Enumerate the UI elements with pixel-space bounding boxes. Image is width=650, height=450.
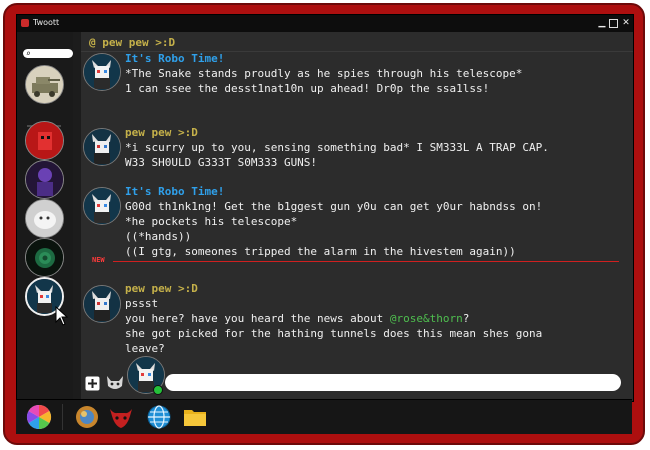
message-author[interactable]: It's Robo Time! [125,185,224,198]
server-item-tank[interactable] [25,65,64,104]
pew-avatar-icon [84,286,120,322]
online-status-dot [153,385,163,395]
taskbar-app-globe[interactable] [146,404,172,430]
new-messages-divider [113,261,619,262]
pew-avatar-icon [84,129,120,165]
taskbar-divider [62,404,63,430]
message-text: ((I gtg, someones tripped the alarm in t… [125,245,516,258]
mouse-cursor-icon [55,306,69,326]
purple-figure-icon [26,161,63,198]
add-attachment-icon[interactable] [85,376,100,391]
tank-icon [26,66,63,103]
message-author[interactable]: pew pew >:D [125,282,198,295]
message-text: ((*hands)) [125,230,192,243]
robo-avatar-icon [84,54,120,90]
search-input[interactable]: ⌕ [23,49,73,58]
robo-avatar-icon [84,188,120,224]
server-item-rose[interactable] [25,238,64,277]
message-text: 1 can ssee the desst1nat10n up ahead! Dr… [125,82,490,95]
channel-title: @ pew pew >:D [89,36,176,49]
emoji-icon[interactable] [105,374,125,392]
robo-avatar[interactable] [83,187,121,225]
server-item-purple[interactable] [25,160,64,199]
maximize-button[interactable] [609,19,618,28]
white-creature-icon [26,200,63,237]
message-text: W33 SH0ULD G333T S0M333 GUNS! [125,156,318,169]
folder-icon [184,410,206,426]
new-messages-label: NEW [92,256,105,264]
color-wheel-icon [26,405,52,429]
minimize-button[interactable]: ▁ [597,18,607,28]
taskbar-app-color-wheel[interactable] [26,404,52,430]
message-input-bar [81,356,633,401]
message-text: she got picked for the hathing tunnels d… [125,327,543,340]
message-author[interactable]: pew pew >:D [125,126,198,139]
user-mention-link[interactable]: @rose&thorn [390,312,463,325]
server-item-white[interactable] [25,199,64,238]
server-sidebar: ⌕ [17,32,73,401]
message-text: you here? have you heard the news about … [125,312,469,325]
message-text: *The Snake stands proudly as he spies th… [125,67,523,80]
pew-avatar[interactable] [83,128,121,166]
bull-icon [110,409,132,428]
taskbar-app-planet[interactable] [74,404,100,430]
message-text-segment: you here? have you heard the news about [125,312,390,325]
app-logo-icon [21,19,29,27]
window-title: Twoott [33,18,60,27]
message-author[interactable]: It's Robo Time! [125,52,224,65]
pew-avatar[interactable] [83,285,121,323]
title-bar: Twoott ▁ ✕ [17,15,633,32]
message-text: leave? [125,342,165,355]
robo-avatar[interactable] [83,53,121,91]
search-icon: ⌕ [26,49,31,58]
message-text: pssst [125,297,159,310]
globe-icon [147,405,171,429]
planet-icon [76,406,98,428]
red-robot-icon [26,122,63,159]
chat-panel: @ pew pew >:D It's Robo Time! *The Snake… [81,32,633,401]
server-item-red[interactable] [25,121,64,160]
message-text: G00d th1nk1ng! Get the b1ggest gun y0u c… [125,200,543,213]
taskbar [16,399,632,434]
message-input[interactable] [165,374,621,391]
taskbar-app-bull[interactable] [108,404,134,430]
message-text-segment: ? [462,312,470,325]
app-window: Twoott ▁ ✕ ⌕ @ pew pew >:D It's Robo Tim… [16,14,634,402]
rose-icon [26,239,63,276]
message-text: *he pockets his telescope* [125,215,298,228]
taskbar-app-folder[interactable] [182,404,208,430]
message-text: *i scurry up to you, sensing something b… [125,141,549,154]
close-button[interactable]: ✕ [621,18,631,28]
